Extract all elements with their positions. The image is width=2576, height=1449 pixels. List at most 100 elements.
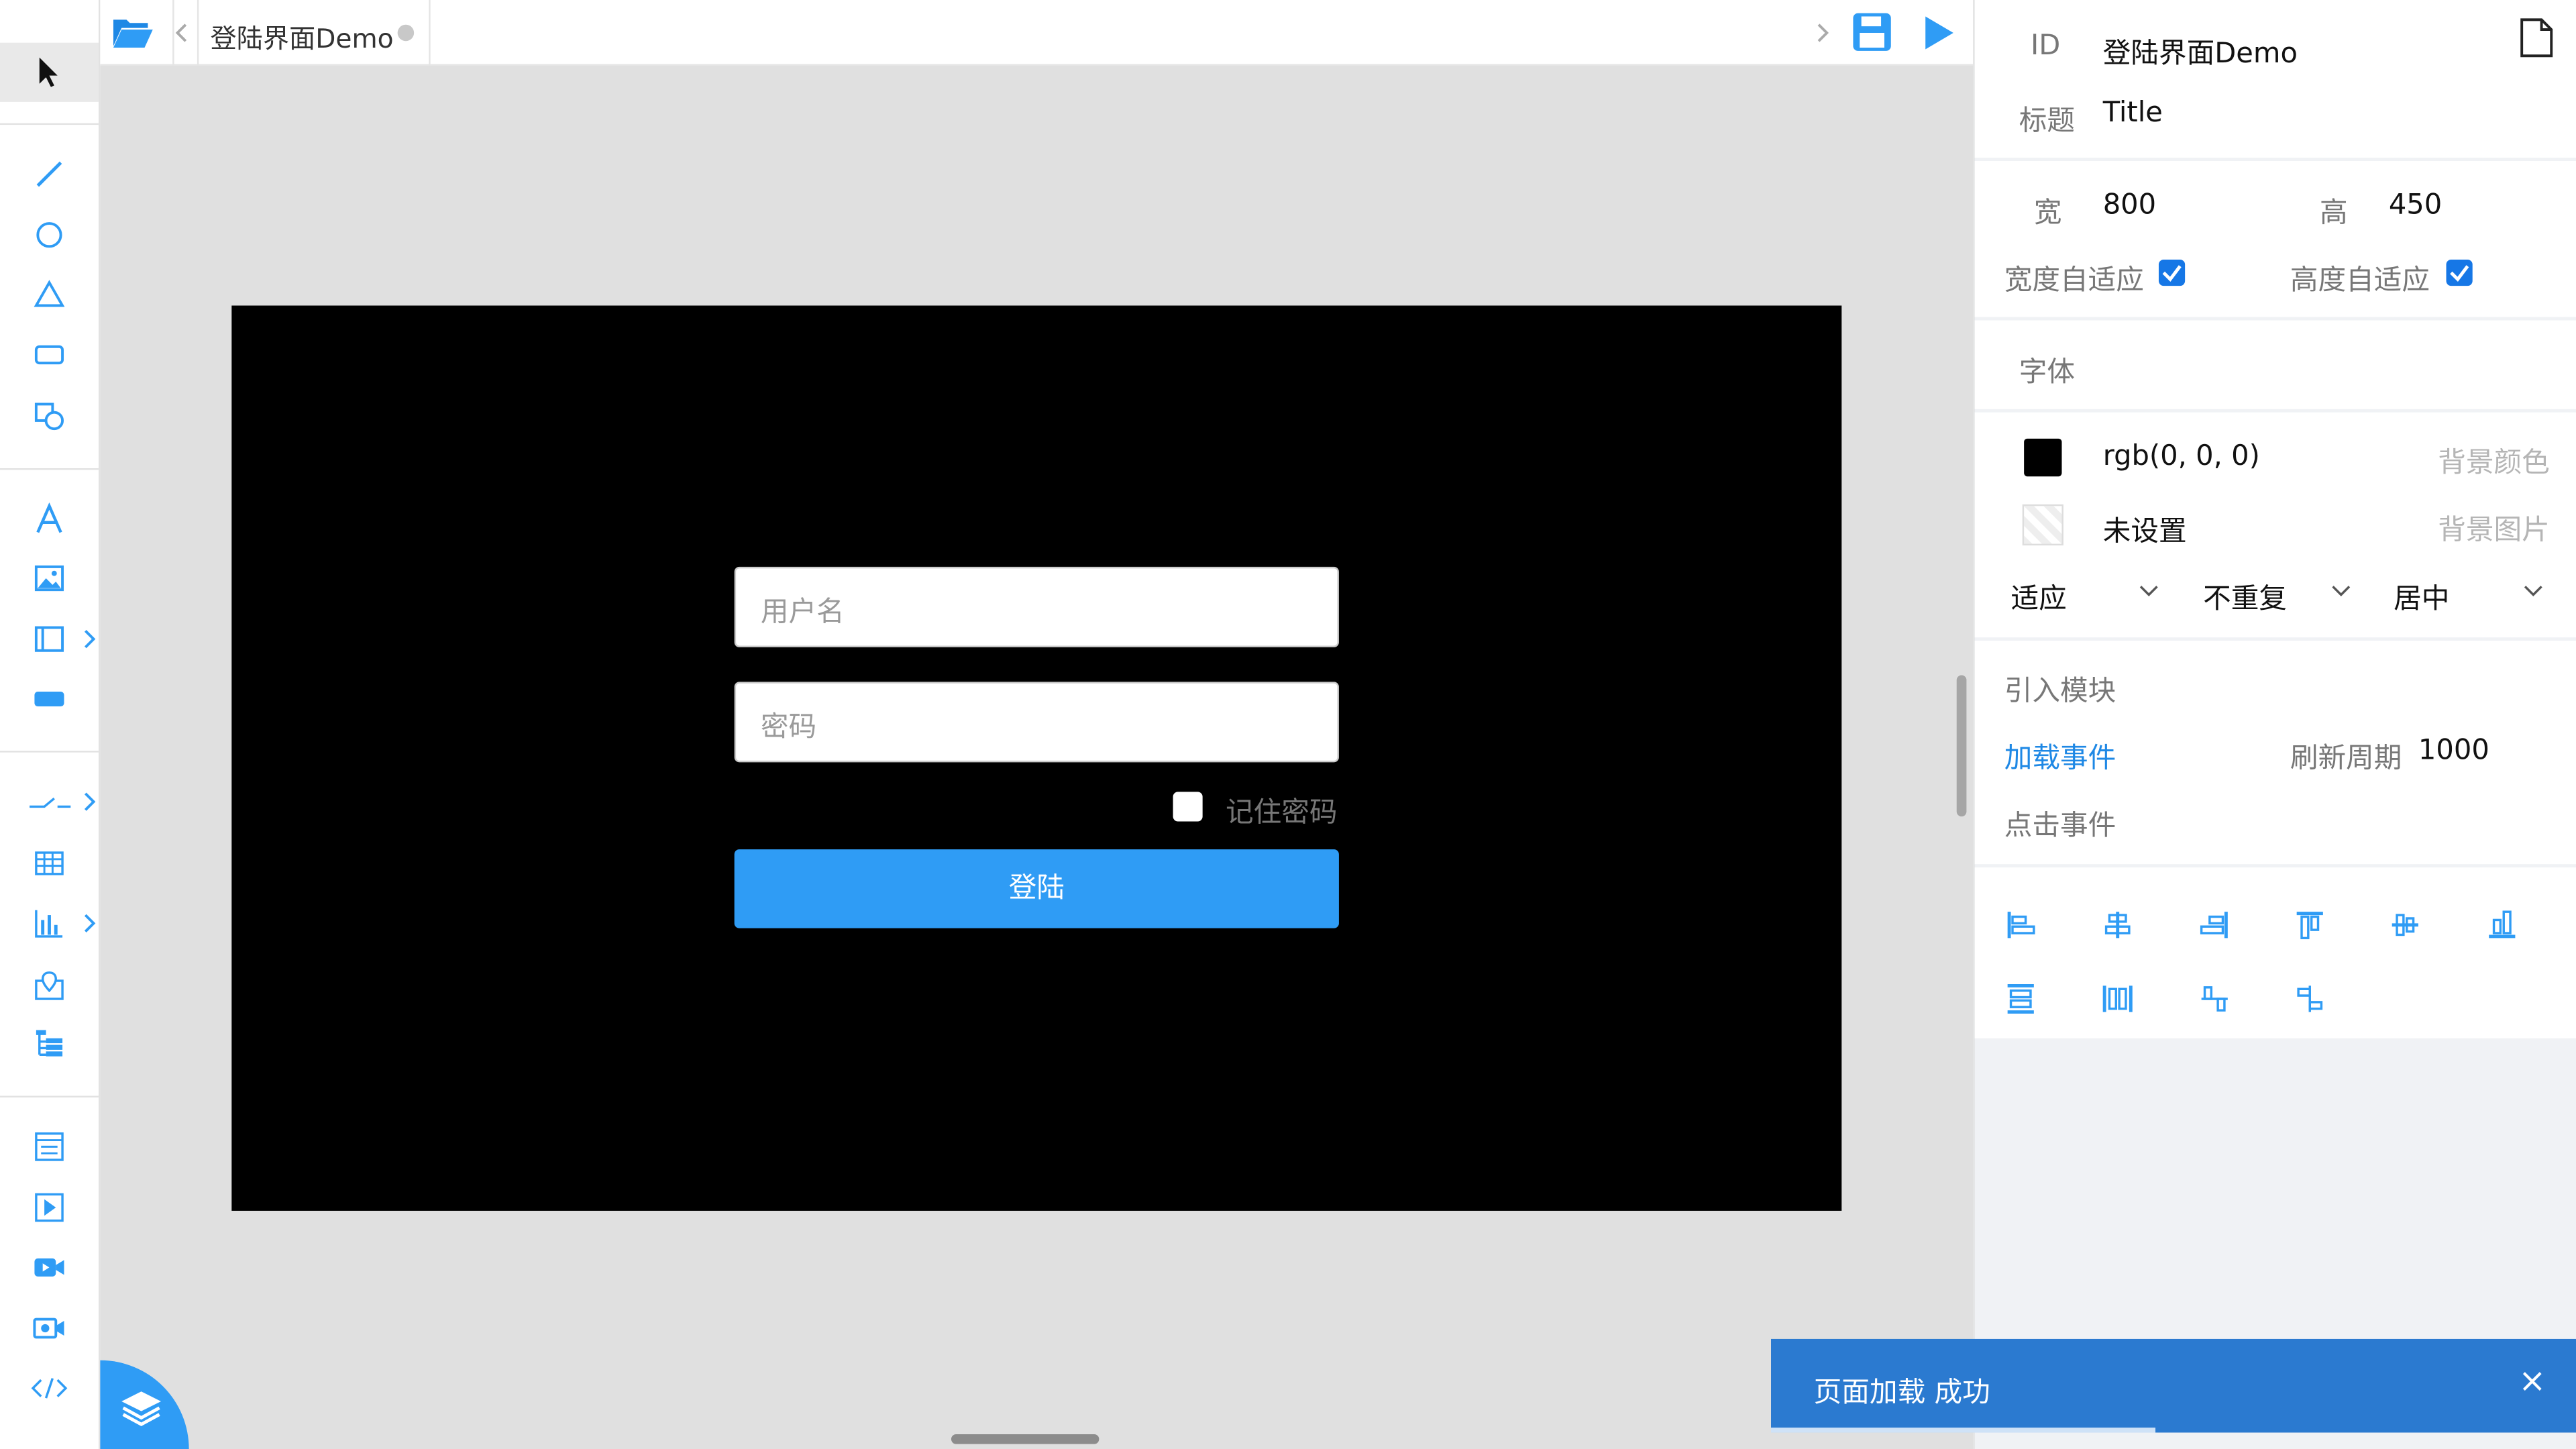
auto-width-checkbox[interactable] <box>2158 259 2186 286</box>
tab-bar: 登陆界面Demo <box>100 0 1974 66</box>
height-value[interactable]: 450 <box>2389 189 2442 222</box>
height-label: 高 <box>2319 197 2348 230</box>
repeat-select[interactable]: 不重复 <box>2203 564 2357 619</box>
chevron-right-icon[interactable] <box>80 912 97 934</box>
bg-image-value[interactable]: 未设置 <box>2103 508 2187 549</box>
repeat-value: 不重复 <box>2203 583 2287 616</box>
same-height-icon[interactable] <box>2198 982 2231 1015</box>
tab-title: 登陆界面Demo <box>210 23 394 54</box>
title-label: 标题 <box>2019 105 2076 138</box>
connector-icon[interactable] <box>28 780 71 823</box>
login-button[interactable]: 登陆 <box>734 849 1339 928</box>
button-icon[interactable] <box>28 677 71 720</box>
chevron-down-icon <box>2139 586 2158 596</box>
chart-icon[interactable] <box>28 902 71 945</box>
background-section: rgb(0, 0, 0) 背景颜色 未设置 背景图片 适应 不重复 居中 <box>1974 412 2576 638</box>
chevron-left-icon[interactable] <box>174 21 191 44</box>
rectangle-icon[interactable] <box>28 333 71 376</box>
refresh-value[interactable]: 1000 <box>2418 735 2489 767</box>
remember-label: 记住密码 <box>1225 796 1338 830</box>
bg-color-value[interactable]: rgb(0, 0, 0) <box>2103 440 2260 473</box>
chevron-right-icon[interactable] <box>80 628 97 651</box>
text-icon[interactable] <box>28 498 71 541</box>
open-folder-icon[interactable] <box>112 13 155 53</box>
align-right-icon[interactable] <box>2198 908 2231 941</box>
properties-panel: ID 登陆界面Demo 标题 Title 宽 800 高 450 宽度自适应 高… <box>1973 0 2576 1449</box>
title-value[interactable]: Title <box>2103 97 2163 129</box>
same-width-icon[interactable] <box>2294 982 2326 1015</box>
position-value: 居中 <box>2394 583 2450 616</box>
bg-color-label: 背景颜色 <box>2438 447 2550 480</box>
chevron-right-icon[interactable] <box>80 790 97 813</box>
chevron-down-icon <box>2524 586 2542 596</box>
vertical-scrollbar[interactable] <box>1956 675 1967 817</box>
chevron-down-icon <box>2332 586 2351 596</box>
save-icon[interactable] <box>1851 11 1892 52</box>
close-icon[interactable]: × <box>2518 1360 2546 1400</box>
tab-login-demo[interactable]: 登陆界面Demo <box>197 0 431 66</box>
triangle-icon[interactable] <box>28 273 71 316</box>
import-module-link[interactable]: 引入模块 <box>2004 667 2116 708</box>
fit-select[interactable]: 适应 <box>2011 564 2165 619</box>
toast-progress-bar <box>1771 1428 2156 1433</box>
document-icon[interactable] <box>2518 16 2555 59</box>
load-event-link[interactable]: 加载事件 <box>2004 735 2116 775</box>
align-center-v-icon[interactable] <box>2389 908 2422 941</box>
events-section: 引入模块 加载事件 刷新周期 1000 点击事件 <box>1974 641 2576 865</box>
id-value[interactable]: 登陆界面Demo <box>2103 30 2298 70</box>
container-icon[interactable] <box>28 618 71 661</box>
image-icon[interactable] <box>28 557 71 600</box>
font-label: 字体 <box>2019 356 2076 390</box>
media-icon[interactable] <box>28 1186 71 1229</box>
line-icon[interactable] <box>28 153 71 196</box>
refresh-label: 刷新周期 <box>2290 742 2402 775</box>
click-event-link[interactable]: 点击事件 <box>2004 802 2116 843</box>
distribute-vertical-icon[interactable] <box>2004 982 2037 1015</box>
shapes-icon[interactable] <box>28 394 71 437</box>
remember-checkbox[interactable] <box>1173 792 1203 822</box>
id-label: ID <box>2030 30 2061 63</box>
font-section[interactable]: 字体 <box>1974 320 2576 409</box>
check-icon <box>2162 265 2182 282</box>
fit-value: 适应 <box>2010 583 2067 616</box>
password-field[interactable]: 密码 <box>734 682 1339 763</box>
video-icon[interactable] <box>28 1245 71 1288</box>
size-section: 宽 800 高 450 宽度自适应 高度自适应 <box>1974 161 2576 317</box>
layers-icon <box>121 1391 162 1427</box>
circle-icon[interactable] <box>28 213 71 256</box>
username-field[interactable]: 用户名 <box>734 566 1339 647</box>
page-stage[interactable]: 用户名 密码 记住密码 登陆 <box>231 305 1842 1211</box>
code-icon[interactable] <box>28 1367 71 1410</box>
chevron-right-icon[interactable] <box>1814 21 1830 44</box>
tool-sidebar <box>0 0 101 1449</box>
toast-message: 页面加载 成功 <box>1813 1377 1990 1410</box>
form-icon[interactable] <box>28 1126 71 1169</box>
run-icon[interactable] <box>1921 13 1957 53</box>
username-placeholder: 用户名 <box>760 596 845 629</box>
map-icon[interactable] <box>28 965 71 1008</box>
align-section <box>1974 867 2576 1038</box>
table-icon[interactable] <box>28 841 71 884</box>
position-select[interactable]: 居中 <box>2394 564 2548 619</box>
width-label: 宽 <box>2033 197 2062 230</box>
tree-icon[interactable] <box>28 1024 71 1067</box>
align-center-h-icon[interactable] <box>2101 908 2134 941</box>
bg-image-swatch[interactable] <box>2022 504 2063 546</box>
auto-width-label: 宽度自适应 <box>2004 264 2144 298</box>
password-placeholder: 密码 <box>760 711 817 745</box>
width-value[interactable]: 800 <box>2103 189 2156 222</box>
align-bottom-icon[interactable] <box>2485 908 2518 941</box>
horizontal-scrollbar[interactable] <box>951 1434 1099 1444</box>
check-icon <box>2450 265 2469 282</box>
camera-icon[interactable] <box>28 1306 71 1349</box>
unsaved-dot-icon[interactable] <box>397 24 415 42</box>
auto-height-checkbox[interactable] <box>2446 259 2473 286</box>
align-top-icon[interactable] <box>2294 908 2326 941</box>
pointer-icon[interactable] <box>0 42 99 102</box>
bg-image-label: 背景图片 <box>2438 514 2550 547</box>
distribute-horizontal-icon[interactable] <box>2101 982 2134 1015</box>
align-left-icon[interactable] <box>2004 908 2037 941</box>
toast-notification: 页面加载 成功 × <box>1771 1338 2576 1433</box>
bg-color-swatch[interactable] <box>2024 438 2062 477</box>
auto-height-label: 高度自适应 <box>2290 264 2430 298</box>
